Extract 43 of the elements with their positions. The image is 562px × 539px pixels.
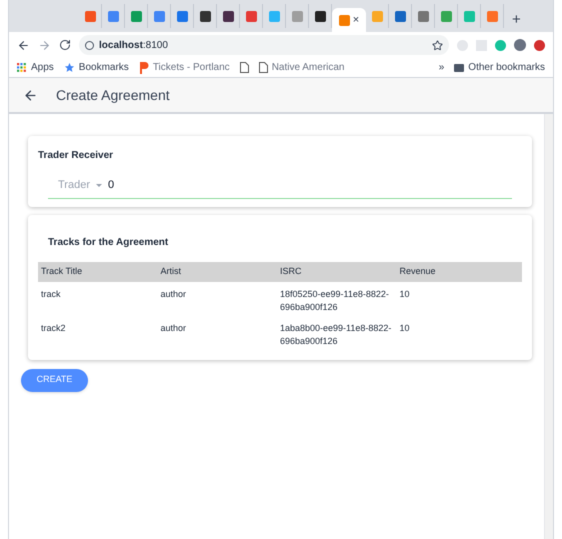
column-header: Revenue	[400, 264, 437, 278]
bookmark-item[interactable]: Bookmarks	[64, 60, 129, 75]
flag-icon	[138, 62, 149, 74]
page-icon	[258, 62, 268, 73]
table-cell-text: track	[41, 288, 62, 300]
info-icon	[85, 40, 94, 50]
bookmark-item[interactable]: Native American	[258, 60, 344, 75]
avatar-icon[interactable]	[514, 39, 526, 51]
close-tab-button[interactable]: ×	[352, 14, 360, 26]
apps-grid-icon	[17, 62, 27, 72]
table-cell-text: 10	[400, 288, 411, 300]
back-icon[interactable]	[17, 38, 30, 52]
dropdown-caret-icon	[96, 184, 102, 187]
column-header: ISRC	[280, 264, 303, 278]
card-title: Tracks for the Agreement	[47, 236, 170, 250]
bookmark-item[interactable]: Tickets - Portlanc	[138, 60, 230, 75]
extension-icon[interactable]	[534, 40, 545, 50]
table-cell-text: track2	[41, 322, 67, 334]
card-title: Trader Receiver	[38, 149, 114, 163]
bookmark-item[interactable]: Apps	[17, 60, 54, 75]
extension-icon[interactable]	[495, 40, 506, 50]
table-cell-text: 10	[400, 322, 411, 334]
page-title: Create Agreement	[56, 86, 170, 105]
new-tab-button[interactable]: +	[512, 12, 521, 27]
table-cell-text: 1aba8b00-ee99-11e8-8822-696ba900f126	[280, 322, 392, 348]
star-icon	[64, 62, 75, 73]
bookmark-star-icon[interactable]	[432, 40, 443, 50]
forward-icon[interactable]	[38, 38, 51, 52]
more-bookmarks-button[interactable]: »	[438, 60, 444, 75]
table-cell-text: author	[160, 322, 188, 334]
other-bookmarks-item[interactable]: Other bookmarks	[454, 60, 545, 75]
page-icon	[240, 62, 249, 73]
browser-tab[interactable]: ×	[332, 8, 366, 32]
folder-icon	[454, 64, 464, 72]
address-bar[interactable]: localhost:8100	[79, 35, 449, 55]
table-cell-text: author	[160, 288, 188, 300]
bookmark-item[interactable]	[240, 62, 249, 73]
column-header: Track Title	[41, 264, 84, 278]
column-header: Artist	[160, 264, 182, 278]
trader-select[interactable]: Trader 0	[48, 177, 512, 198]
reload-icon[interactable]	[59, 39, 71, 51]
url-text: localhost:8100	[99, 38, 168, 52]
table-cell-text: 18f05250-ee99-11e8-8822-696ba900f126	[280, 288, 390, 314]
